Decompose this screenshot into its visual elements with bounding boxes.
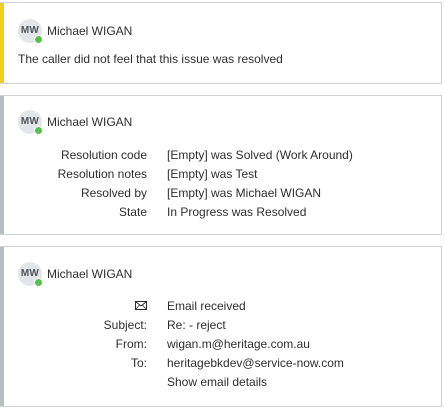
subject-label: Subject: (103, 318, 147, 332)
field-change-row: Resolution code [Empty] was Solved (Work… (0, 146, 440, 164)
from-value: wigan.m@heritage.com.au (167, 337, 310, 351)
activity-entry-field-changes: MW Michael WIGAN Resolution code [Empty]… (0, 95, 442, 235)
field-change-row: State In Progress was Resolved (0, 203, 440, 221)
to-value: heritagebkdev@service-now.com (167, 356, 344, 370)
field-value: [Empty] was Solved (Work Around) (167, 148, 353, 162)
to-label: To: (130, 356, 147, 370)
activity-entry-comment: MW Michael WIGAN The caller did not feel… (0, 2, 442, 84)
field-label: Resolution notes (57, 167, 147, 181)
from-label: From: (115, 337, 147, 351)
avatar[interactable]: MW (18, 19, 43, 44)
email-from-row: From: wigan.m@heritage.com.au (0, 335, 440, 353)
subject-value: Re: - reject (167, 318, 226, 332)
field-change-row: Resolution notes [Empty] was Test (0, 165, 440, 183)
field-value: [Empty] was Michael WIGAN (167, 186, 322, 200)
author-name: Michael WIGAN (47, 115, 133, 129)
presence-online-icon (34, 35, 43, 44)
email-status-row: Email received (0, 297, 440, 315)
field-value: In Progress was Resolved (167, 205, 307, 219)
field-value: [Empty] was Test (167, 167, 258, 181)
author-name: Michael WIGAN (47, 24, 133, 38)
field-label: Resolved by (80, 186, 147, 200)
email-details-row: Show email details (0, 373, 440, 391)
field-label: State (118, 205, 147, 219)
highlight-bar (0, 3, 4, 83)
presence-online-icon (34, 126, 43, 135)
email-subject-row: Subject: Re: - reject (0, 316, 440, 334)
envelope-icon (135, 301, 147, 310)
email-status: Email received (167, 299, 246, 313)
author-name: Michael WIGAN (47, 267, 133, 281)
activity-entry-email: MW Michael WIGAN Email received Subject:… (0, 246, 442, 407)
field-change-row: Resolved by [Empty] was Michael WIGAN (0, 184, 440, 202)
field-label: Resolution code (60, 148, 147, 162)
avatar[interactable]: MW (18, 110, 43, 135)
avatar[interactable]: MW (18, 262, 43, 287)
comment-text: The caller did not feel that this issue … (18, 52, 283, 66)
show-email-details-link[interactable]: Show email details (167, 373, 267, 391)
email-to-row: To: heritagebkdev@service-now.com (0, 354, 440, 372)
presence-online-icon (34, 278, 43, 287)
